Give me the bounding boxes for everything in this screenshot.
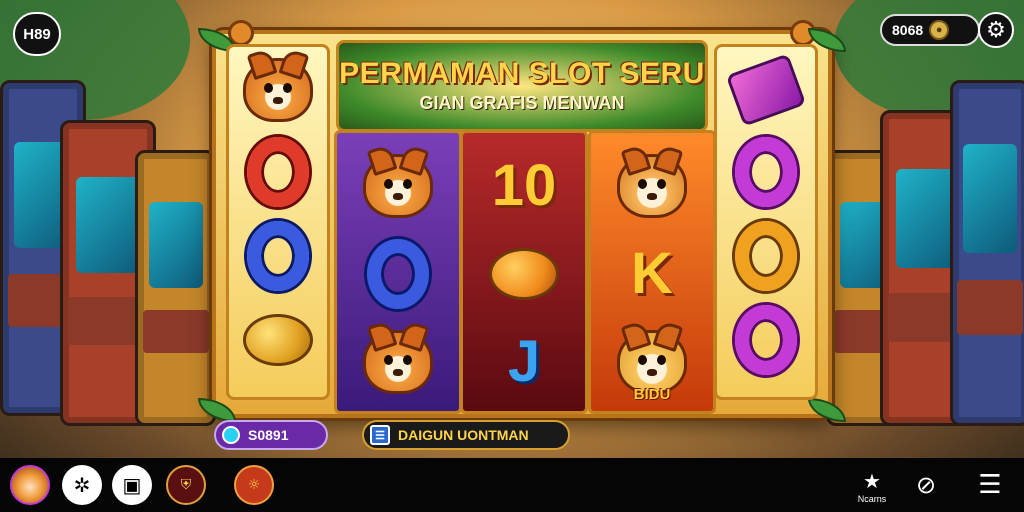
cat-face-symbol [611,147,693,225]
game-title: PERMAMAN SLOT SERU [339,57,705,90]
balance-amount: 8068 [892,22,924,38]
cat-face-symbol [357,323,439,401]
win-indicator-icon [222,426,240,444]
balance-display: 8068 ● [880,14,980,46]
pink-ring-symbol [725,301,807,379]
right-symbol-column [714,44,818,400]
game-subtitle: GIAN GRAFIS MENWAN [419,93,625,113]
gear-icon: ⚙ [986,17,1006,43]
pink-gem-symbol [725,51,807,129]
yellow-fruit-symbol [237,301,319,379]
win-amount-display: S0891 [214,420,328,450]
pink-ring-symbol [725,133,807,211]
bidu-cat-symbol: BIDU [611,323,693,403]
search-icon: ⊘ [915,471,937,499]
slot-machine: PERMAMAN SLOT SERU GIAN GRAFIS MENWAN 10… [198,20,846,422]
emblem-button[interactable]: ☼ [234,465,274,505]
orange-fruit-symbol [483,235,565,313]
arcade-cabinet [950,80,1024,426]
fish-icon: ✲ [73,473,91,497]
hamburger-menu-icon: ☰ [978,470,1002,500]
title-banner: PERMAMAN SLOT SERU GIAN GRAFIS MENWAN [336,40,708,132]
ten-symbol: 10 [483,147,565,225]
k-label: K [631,241,673,306]
bidu-label: BIDU [633,386,671,403]
j-symbol: J [483,323,565,401]
chat-icon: ▣ [122,473,142,497]
menu-box-icon: ☰ [370,425,390,445]
win-amount: S0891 [248,427,289,443]
shield-icon: ⛨ [180,477,192,493]
logo-badge[interactable]: H89 [13,12,61,56]
settings-button[interactable]: ⚙ [978,12,1014,48]
search-button[interactable]: ⊘ [906,465,946,505]
emblem-icon: ☼ [247,477,261,493]
reel-2: 10 J [460,130,588,414]
vip-shield-button[interactable]: ⛨ [166,465,206,505]
chat-button[interactable]: ▣ [112,465,152,505]
blue-ring-symbol [237,217,319,295]
k-symbol: K [611,235,693,313]
coin-icon: ● [929,20,950,40]
cat-face-symbol [237,51,319,129]
rewards-button[interactable]: ★ Ncarns [852,464,892,508]
arcade-cabinet [135,150,216,426]
left-symbol-column [226,44,330,400]
cat-face-symbol [357,147,439,225]
red-ring-symbol [237,133,319,211]
hamburger-menu-button[interactable]: ☰ [972,465,1008,505]
blue-ring-symbol [357,235,439,313]
j-label: J [507,329,541,394]
star-icon: ★ [863,468,881,493]
action-label: DAIGUN UONTMAN [398,427,529,443]
bottom-navigation-bar: ✲ ▣ ⛨ ☼ ★ Ncarns ⊘ ☰ [0,458,1024,512]
orange-ring-symbol [725,217,807,295]
action-button[interactable]: ☰ DAIGUN UONTMAN [362,420,570,450]
fish-game-button[interactable]: ✲ [62,465,102,505]
reel-3: K BIDU [588,130,716,414]
ten-label: 10 [491,153,557,218]
reel-1 [334,130,462,414]
profile-avatar-button[interactable] [10,465,50,505]
rewards-label: Ncarns [857,493,887,504]
